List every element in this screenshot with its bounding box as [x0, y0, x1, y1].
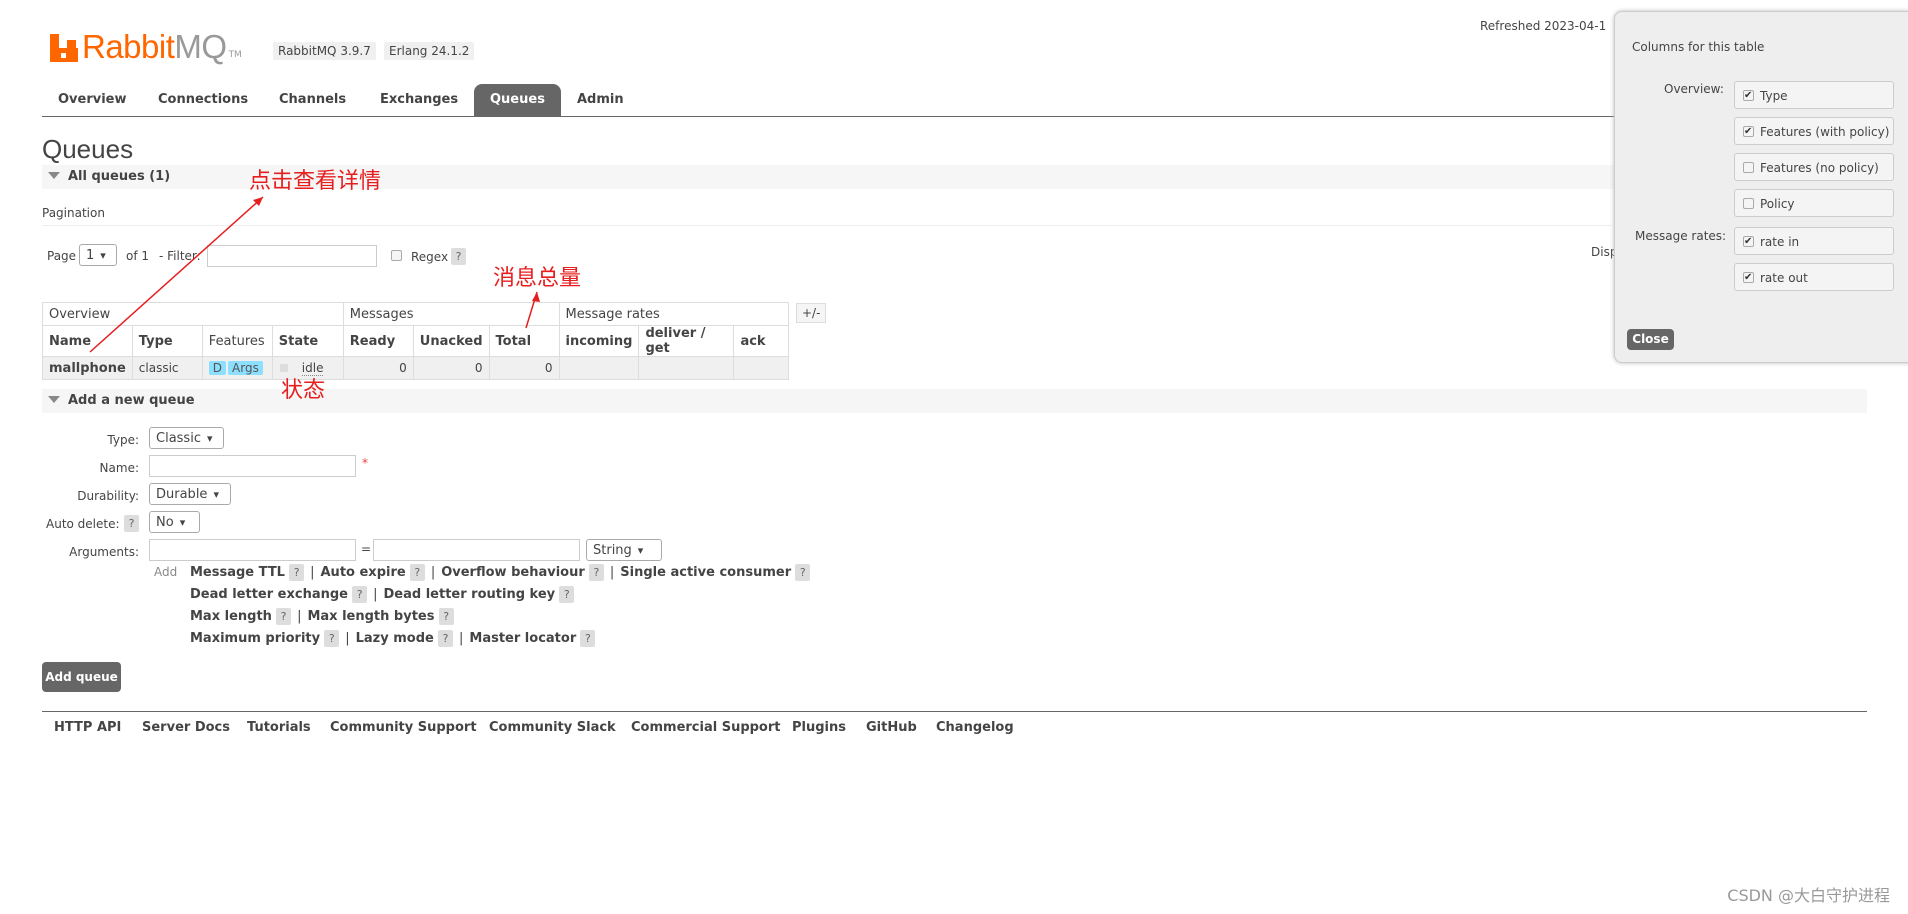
details-arrow	[89, 196, 264, 353]
annotation-state: 状态	[281, 378, 326, 403]
csdn-watermark: CSDN @大白守护进程	[1727, 886, 1890, 905]
annotation-arrows	[89, 196, 540, 353]
annotation-total: 消息总量	[493, 266, 582, 291]
annotation-details: 点击查看详情	[249, 169, 382, 194]
